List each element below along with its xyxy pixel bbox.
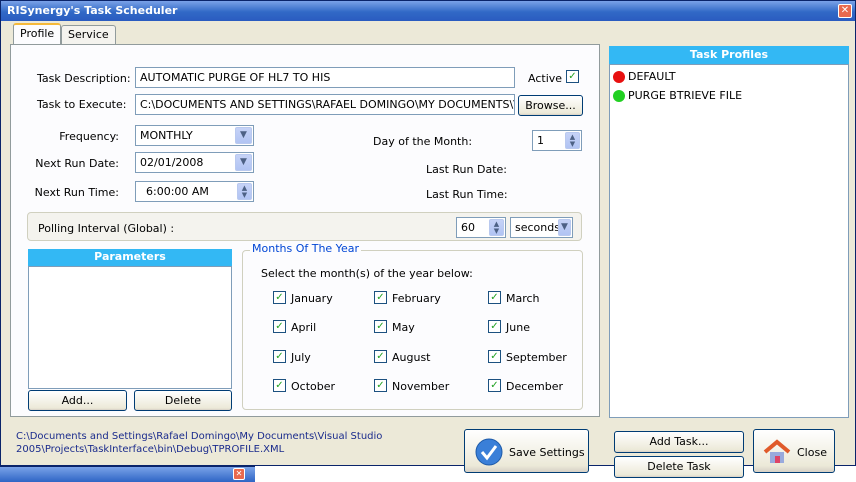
status-dot-icon <box>613 71 625 83</box>
month-checkbox-may[interactable]: ✓ <box>374 320 387 333</box>
next-run-time-value: 6:00:00 AM <box>146 185 209 198</box>
background-window-close-icon[interactable]: ✕ <box>233 468 245 480</box>
day-of-month-value: 1 <box>537 134 544 147</box>
month-label: January <box>291 292 333 305</box>
tab-service[interactable]: Service <box>61 25 116 45</box>
add-parameter-button[interactable]: Add... <box>28 390 127 411</box>
main-window: RISynergy's Task Scheduler ✕ Profile Ser… <box>0 0 856 478</box>
task-profiles-header: Task Profiles <box>609 46 849 64</box>
close-button[interactable]: Close <box>753 429 835 473</box>
active-label: Active <box>528 72 563 85</box>
month-checkbox-july[interactable]: ✓ <box>273 350 286 363</box>
spinner-icon[interactable]: ▲ ▼ <box>237 183 252 200</box>
month-checkbox-march[interactable]: ✓ <box>488 291 501 304</box>
config-path: C:\Documents and Settings\Rafael Domingo… <box>16 430 456 456</box>
next-run-time-label: Next Run Time: <box>34 186 119 199</box>
month-label: April <box>291 321 317 334</box>
frequency-select[interactable]: MONTHLY ▼ <box>135 125 254 146</box>
task-description-label: Task Description: <box>37 72 131 85</box>
spinner-icon[interactable]: ▲ ▼ <box>489 219 504 236</box>
month-label: July <box>291 351 311 364</box>
next-run-date-label: Next Run Date: <box>35 157 119 170</box>
day-of-month-label: Day of the Month: <box>373 135 473 148</box>
profile-label: PURGE BTRIEVE FILE <box>628 89 743 102</box>
frequency-label: Frequency: <box>59 130 119 143</box>
task-to-execute-input[interactable]: C:\DOCUMENTS AND SETTINGS\RAFAEL DOMINGO… <box>135 94 515 115</box>
chevron-down-icon[interactable]: ▼ <box>558 219 571 236</box>
frequency-value: MONTHLY <box>140 129 193 142</box>
polling-interval-value: 60 <box>461 221 475 234</box>
background-window-titlebar[interactable] <box>0 466 255 482</box>
save-settings-button[interactable]: Save Settings <box>464 429 589 473</box>
last-run-time-label: Last Run Time: <box>426 188 508 201</box>
month-checkbox-april[interactable]: ✓ <box>273 320 286 333</box>
month-label: August <box>392 351 431 364</box>
delete-task-button[interactable]: Delete Task <box>614 456 744 478</box>
months-legend: Months Of The Year <box>250 242 361 255</box>
add-task-button[interactable]: Add Task... <box>614 431 744 453</box>
task-description-input[interactable]: AUTOMATIC PURGE OF HL7 TO HIS <box>135 67 515 88</box>
month-label: March <box>506 292 540 305</box>
next-run-date-value: 02/01/2008 <box>140 156 204 169</box>
next-run-date-picker[interactable]: 02/01/2008 ▼ <box>135 152 254 173</box>
window-title: RISynergy's Task Scheduler <box>7 4 178 17</box>
save-settings-label: Save Settings <box>509 446 585 459</box>
home-icon <box>763 439 791 463</box>
month-checkbox-september[interactable]: ✓ <box>488 350 501 363</box>
window-close-icon[interactable]: ✕ <box>838 4 852 18</box>
next-run-time-stepper[interactable]: 6:00:00 AM ▲ ▼ <box>135 181 254 202</box>
month-checkbox-january[interactable]: ✓ <box>273 291 286 304</box>
month-label: September <box>506 351 567 364</box>
profile-label: DEFAULT <box>628 70 676 83</box>
polling-interval-stepper[interactable]: 60 ▲ ▼ <box>456 217 506 238</box>
list-item[interactable]: PURGE BTRIEVE FILE <box>613 89 742 102</box>
parameters-header: Parameters <box>28 249 232 266</box>
polling-unit-value: seconds <box>515 221 560 234</box>
month-label: November <box>392 380 450 393</box>
config-path-line1: C:\Documents and Settings\Rafael Domingo… <box>16 431 383 442</box>
delete-parameter-button[interactable]: Delete <box>134 390 232 411</box>
checkmark-icon <box>475 438 503 466</box>
day-of-month-stepper[interactable]: 1 ▲ ▼ <box>532 130 582 151</box>
browse-button[interactable]: Browse... <box>518 95 583 116</box>
close-label: Close <box>797 446 827 459</box>
month-label: October <box>291 380 336 393</box>
month-checkbox-december[interactable]: ✓ <box>488 379 501 392</box>
config-path-line2: 2005\Projects\TaskInterface\bin\Debug\TP… <box>16 444 285 455</box>
tab-profile[interactable]: Profile <box>13 23 62 45</box>
chevron-down-icon[interactable]: ▼ <box>235 154 252 171</box>
month-label: February <box>392 292 441 305</box>
month-label: June <box>506 321 530 334</box>
list-item[interactable]: DEFAULT <box>613 70 676 83</box>
polling-unit-select[interactable]: seconds ▼ <box>510 217 573 238</box>
polling-interval-label: Polling Interval (Global) : <box>38 222 175 235</box>
spinner-icon[interactable]: ▲ ▼ <box>565 132 580 149</box>
parameters-list[interactable] <box>28 266 232 389</box>
last-run-date-label: Last Run Date: <box>426 163 507 176</box>
month-checkbox-august[interactable]: ✓ <box>374 350 387 363</box>
title-bar[interactable]: RISynergy's Task Scheduler <box>1 1 855 21</box>
month-checkbox-november[interactable]: ✓ <box>374 379 387 392</box>
month-checkbox-october[interactable]: ✓ <box>273 379 286 392</box>
month-label: May <box>392 321 415 334</box>
month-checkbox-february[interactable]: ✓ <box>374 291 387 304</box>
chevron-down-icon[interactable]: ▼ <box>235 127 252 144</box>
active-checkbox[interactable]: ✓ <box>566 70 579 83</box>
months-instruction: Select the month(s) of the year below: <box>261 267 473 280</box>
month-checkbox-june[interactable]: ✓ <box>488 320 501 333</box>
task-to-execute-label: Task to Execute: <box>37 98 127 111</box>
status-dot-icon <box>613 90 625 102</box>
task-profiles-list[interactable]: DEFAULT PURGE BTRIEVE FILE <box>609 64 849 418</box>
month-label: December <box>506 380 564 393</box>
